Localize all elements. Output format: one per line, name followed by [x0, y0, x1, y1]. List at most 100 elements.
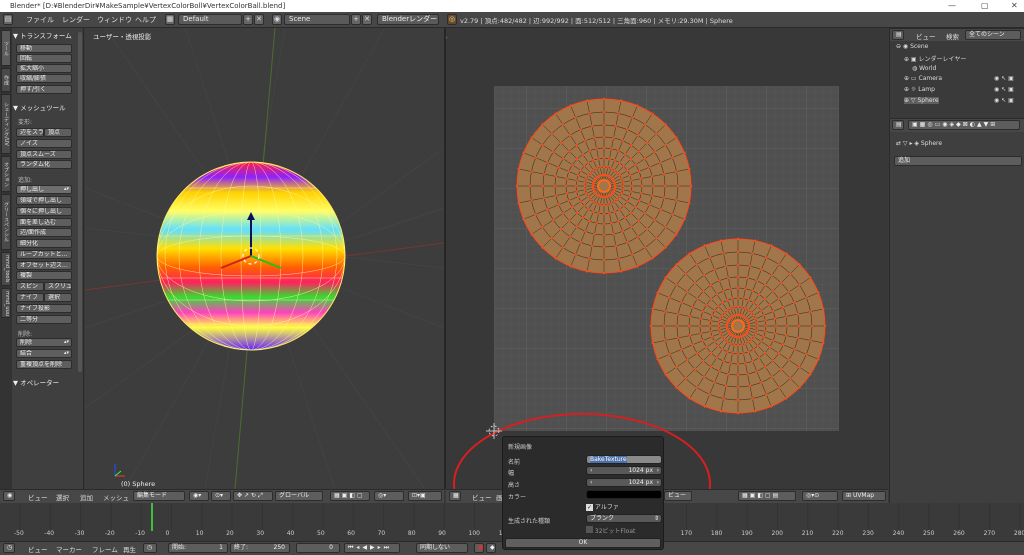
pivot-dropdown[interactable]: ⊙▾ — [211, 491, 231, 501]
remove-scene-icon[interactable]: ✕ — [362, 14, 372, 25]
editor-type-icon[interactable]: ▦ — [449, 491, 461, 501]
outliner-editor-icon[interactable]: ▤ — [892, 30, 904, 40]
knife-project-button[interactable]: ナイフ投影 — [16, 304, 72, 313]
tab-create[interactable]: 作成 — [1, 68, 11, 92]
manipulator-buttons[interactable]: ✥↗↻⤢ — [233, 491, 273, 501]
view3d-menu-mesh[interactable]: メッシュ — [103, 492, 129, 502]
keying-icon[interactable]: ◆ — [486, 543, 496, 553]
transform-header[interactable]: ▼ トランスフォーム — [13, 30, 72, 40]
select-mode-buttons[interactable]: ▦▣◧▢ — [330, 491, 370, 501]
screen-layout-field[interactable]: Default — [178, 14, 242, 25]
height-field[interactable]: ‹ 1024 px › — [586, 478, 662, 487]
record-icon[interactable]: ● — [474, 543, 484, 553]
outliner-menu-view[interactable]: ビュー — [916, 31, 936, 41]
proportional-edit-dropdown[interactable]: ◎▾ — [374, 491, 404, 501]
visibility-eye-icon[interactable]: ◉ ↖ ▣ — [994, 86, 1014, 93]
width-field[interactable]: ‹ 1024 px › — [586, 466, 662, 475]
screw-button[interactable]: スクリュー — [44, 282, 72, 291]
delete-dropdown[interactable]: 削除 — [16, 338, 72, 347]
timeline-menu-marker[interactable]: マーカー — [56, 544, 82, 554]
uv-menu-view[interactable]: ビュー — [472, 492, 492, 502]
float-checkbox[interactable]: 32ビットFloat — [586, 526, 635, 535]
decrement-icon[interactable]: ‹ — [590, 467, 592, 474]
playback-controls[interactable]: ⏮◂◀▶▸⏭ — [344, 543, 400, 553]
preview-range-icon[interactable]: ◷ — [143, 543, 157, 553]
move-button[interactable]: 移動 — [16, 44, 72, 53]
viewport-3d[interactable]: ユーザー・透視投影 (0) Sphere — [85, 28, 444, 489]
screen-layout-icon[interactable]: ▦ — [165, 14, 175, 25]
loop-cut-button[interactable]: ループカットと... — [16, 250, 72, 259]
uv-snap-buttons[interactable]: ◎▾⊙ — [802, 491, 838, 501]
randomize-button[interactable]: ランダム化 — [16, 160, 72, 169]
scene-field[interactable]: Scene — [284, 14, 350, 25]
add-layout-icon[interactable]: + — [243, 14, 253, 25]
remove-doubles-button[interactable]: 重複頂点を削除 — [16, 360, 72, 369]
spin-button[interactable]: スピン — [16, 282, 44, 291]
extrude-region-button[interactable]: 領域で押し出し — [16, 196, 72, 205]
tab-options[interactable]: オプション — [1, 156, 11, 192]
timeline-menu-playback[interactable]: 再生 — [123, 544, 136, 554]
end-frame-field[interactable]: 終了: 250 — [230, 543, 290, 553]
properties-context-tabs[interactable]: ▣▦◎▭◉◈◆⊠◐▲▼⊞ — [908, 120, 1020, 130]
visibility-eye-icon[interactable]: ◉ ↖ ▣ — [994, 75, 1014, 82]
duplicate-button[interactable]: 複製 — [16, 271, 72, 280]
tab-grease-pencil[interactable]: グリースペンシル — [1, 194, 11, 250]
uvmap-dropdown[interactable]: ⊞ UVMap — [842, 491, 886, 501]
add-modifier-dropdown[interactable]: 追加 — [894, 156, 1022, 166]
extrude-button[interactable]: 押し出し — [16, 185, 72, 194]
editor-type-icon[interactable]: ▤ — [3, 14, 13, 25]
mesh-tools-header[interactable]: ▼ メッシュツール — [13, 102, 66, 112]
tab-tools[interactable]: ツール — [1, 30, 11, 66]
extrude-individual-button[interactable]: 個々に押し出し — [16, 207, 72, 216]
decrement-icon[interactable]: ‹ — [590, 479, 592, 486]
smooth-vertex-button[interactable]: 頂点スムーズ — [16, 150, 72, 159]
current-frame-marker[interactable] — [151, 503, 153, 531]
scene-icon[interactable]: ◉ — [272, 14, 282, 25]
uv-canvas[interactable] — [446, 28, 888, 489]
editor-type-icon[interactable]: ◉ — [3, 491, 15, 501]
menu-window[interactable]: ウィンドウ — [97, 15, 132, 25]
split-corner-icon[interactable]: + — [446, 34, 450, 42]
slide-vertex-button[interactable]: 頂点 — [44, 128, 72, 137]
timeline-menu-view[interactable]: ビュー — [28, 544, 48, 554]
properties-editor-icon[interactable]: ▤ — [892, 120, 904, 130]
timeline-menu-frame[interactable]: フレーム — [92, 544, 118, 554]
menu-file[interactable]: ファイル — [26, 15, 54, 25]
visibility-eye-icon[interactable]: ◉ ↖ ▣ — [994, 97, 1014, 104]
tool-scrollbar[interactable] — [78, 32, 82, 372]
slide-edge-button[interactable]: 辺をスライド — [16, 128, 44, 137]
merge-dropdown[interactable]: 結合 — [16, 349, 72, 358]
push-pull-button[interactable]: 押す/引く — [16, 85, 72, 94]
make-edge-face-button[interactable]: 辺/面作成 — [16, 228, 72, 237]
uv-view-dropdown[interactable]: ビュー — [664, 491, 692, 501]
menu-render[interactable]: レンダー — [62, 15, 90, 25]
outliner-menu-search[interactable]: 検索 — [946, 31, 959, 41]
orientation-dropdown[interactable]: グローバル — [275, 491, 323, 501]
render-engine-dropdown[interactable]: Blenderレンダー — [377, 14, 439, 25]
add-scene-icon[interactable]: + — [351, 14, 361, 25]
start-frame-field[interactable]: 開始: 1 — [168, 543, 228, 553]
uv-image-editor[interactable]: + — [446, 28, 888, 489]
bisect-button[interactable]: 二等分 — [16, 315, 72, 324]
offset-edge-button[interactable]: オフセット辺ス... — [16, 261, 72, 270]
operator-header[interactable]: ▼ オペレーター — [13, 377, 59, 387]
mode-dropdown[interactable]: 編集モード — [133, 491, 185, 501]
tab-mmd-tools[interactable]: mmd_tools — [1, 252, 11, 286]
editor-type-icon[interactable]: ◷ — [3, 543, 15, 553]
outliner-item-camera[interactable]: ⊕ ▭ Camera — [904, 75, 942, 82]
shrink-fatten-button[interactable]: 収縮/膨張 — [16, 74, 72, 83]
uv-select-buttons[interactable]: ▦▣◧▢▤ — [738, 491, 796, 501]
scale-button[interactable]: 拡大縮小 — [16, 64, 72, 73]
rotate-button[interactable]: 回転 — [16, 54, 72, 63]
close-button[interactable]: ✕ — [1011, 0, 1018, 12]
outliner-item-sphere[interactable]: ⊕ ▽ Sphere — [904, 97, 939, 104]
outliner-item-scene[interactable]: ⊖ ◉ Scene — [896, 43, 928, 50]
current-frame-field[interactable]: 0 — [296, 543, 340, 553]
sync-dropdown[interactable]: 同期しない — [416, 543, 468, 553]
inset-faces-button[interactable]: 面を差し込む — [16, 218, 72, 227]
increment-icon[interactable]: › — [657, 479, 659, 486]
alpha-checkbox[interactable]: ✓ アルファ — [586, 502, 619, 511]
view3d-menu-add[interactable]: 追加 — [80, 492, 93, 502]
ok-button[interactable]: OK — [505, 538, 661, 548]
color-swatch[interactable] — [586, 490, 662, 499]
